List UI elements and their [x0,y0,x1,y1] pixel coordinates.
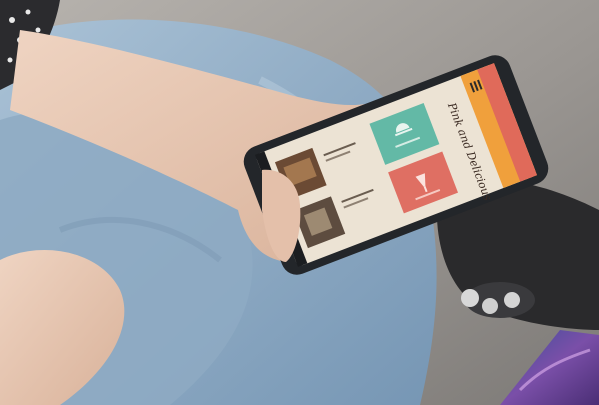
scene-drawing: Pink and Delicious [0,0,599,405]
photo-scene: Pink and Delicious [0,0,599,405]
